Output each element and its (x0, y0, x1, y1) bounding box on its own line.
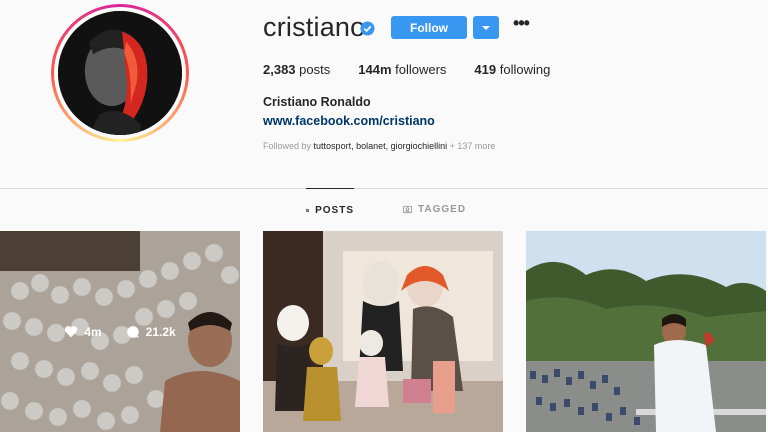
following-count-value: 419 (474, 62, 497, 77)
following-link[interactable]: 419 following (474, 62, 550, 77)
post-comments: 21.2k (126, 325, 176, 339)
tab-tagged[interactable]: TAGGED (403, 188, 466, 231)
followed-by-prefix: Followed by (263, 141, 312, 151)
post-likes-count: 4m (84, 324, 102, 339)
post-stats-overlay: 4m 21.2k (0, 231, 240, 432)
following-label: following (499, 62, 551, 77)
grid-icon (306, 208, 310, 212)
more-options-icon[interactable]: ••• (511, 14, 531, 36)
followers-count-value: 144m (358, 62, 392, 77)
posts-count-value: 2,383 (263, 62, 296, 77)
tab-posts[interactable]: POSTS (306, 188, 354, 231)
profile-stats: 2,383 posts 144m followers 419 following (263, 62, 578, 77)
avatar-image (58, 11, 182, 135)
followers-label: followers (395, 62, 447, 77)
post-thumbnail[interactable] (263, 231, 503, 432)
posts-count: 2,383 posts (263, 62, 330, 77)
suggested-dropdown-button[interactable] (473, 16, 499, 39)
followed-by-names: tuttosport, bolanet, giorgiochiellini (313, 141, 448, 151)
comment-icon (126, 325, 139, 338)
followers-link[interactable]: 144m followers (358, 62, 446, 77)
posts-count-label: posts (299, 62, 331, 77)
heart-icon (65, 326, 78, 338)
tabs-divider (0, 188, 768, 189)
profile-avatar[interactable] (51, 4, 189, 142)
verified-badge-icon (360, 21, 375, 36)
tab-posts-label: POSTS (315, 204, 354, 216)
tagged-icon (403, 205, 412, 214)
post-thumbnail[interactable]: 4m 21.2k (0, 231, 240, 432)
post-image (526, 231, 766, 432)
post-comments-count: 21.2k (145, 324, 176, 339)
tab-tagged-label: TAGGED (418, 204, 467, 215)
username: cristiano (263, 12, 366, 42)
post-thumbnail[interactable] (526, 231, 766, 432)
chevron-down-icon (482, 26, 490, 30)
avatar-illustration (58, 11, 182, 135)
follow-button[interactable]: Follow (391, 16, 467, 39)
post-likes: 4m (64, 324, 102, 339)
followed-by[interactable]: Followed by tuttosport, bolanet, giorgio… (263, 141, 495, 151)
post-image (263, 231, 503, 432)
website-link[interactable]: www.facebook.com/cristiano (263, 114, 435, 128)
followed-by-more: + 137 more (449, 141, 496, 151)
full-name: Cristiano Ronaldo (263, 95, 371, 109)
